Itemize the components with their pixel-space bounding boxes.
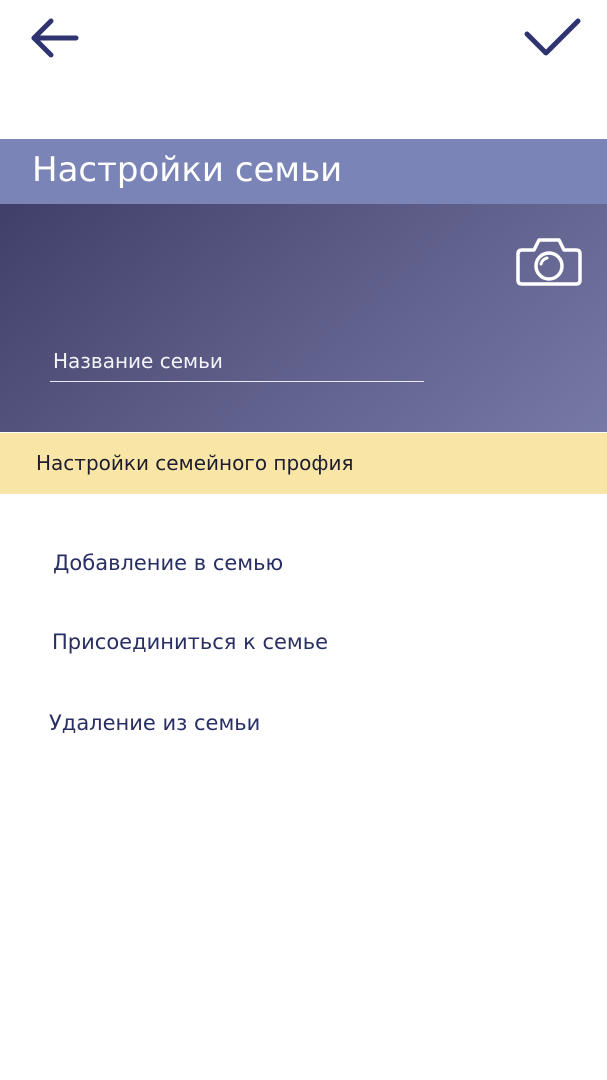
change-photo-button[interactable] [514, 234, 584, 290]
menu-item-add-to-family[interactable]: Добавление в семью [53, 549, 283, 577]
top-app-bar [0, 0, 607, 139]
back-button[interactable] [24, 12, 84, 64]
arrow-left-icon [31, 18, 79, 58]
family-name-field[interactable] [50, 340, 424, 382]
menu-item-join-family[interactable]: Присоединиться к семье [52, 628, 328, 656]
menu-item-remove-from-family[interactable]: Удаление из семьи [49, 709, 260, 737]
page-title: Настройки семьи [32, 150, 343, 190]
family-profile-settings-banner[interactable]: Настройки семейного профия [0, 433, 607, 494]
camera-icon [516, 238, 582, 286]
family-profile-settings-label: Настройки семейного профия [36, 451, 354, 475]
confirm-button[interactable] [518, 12, 586, 64]
checkmark-icon [524, 18, 581, 56]
family-name-input[interactable] [53, 346, 419, 376]
